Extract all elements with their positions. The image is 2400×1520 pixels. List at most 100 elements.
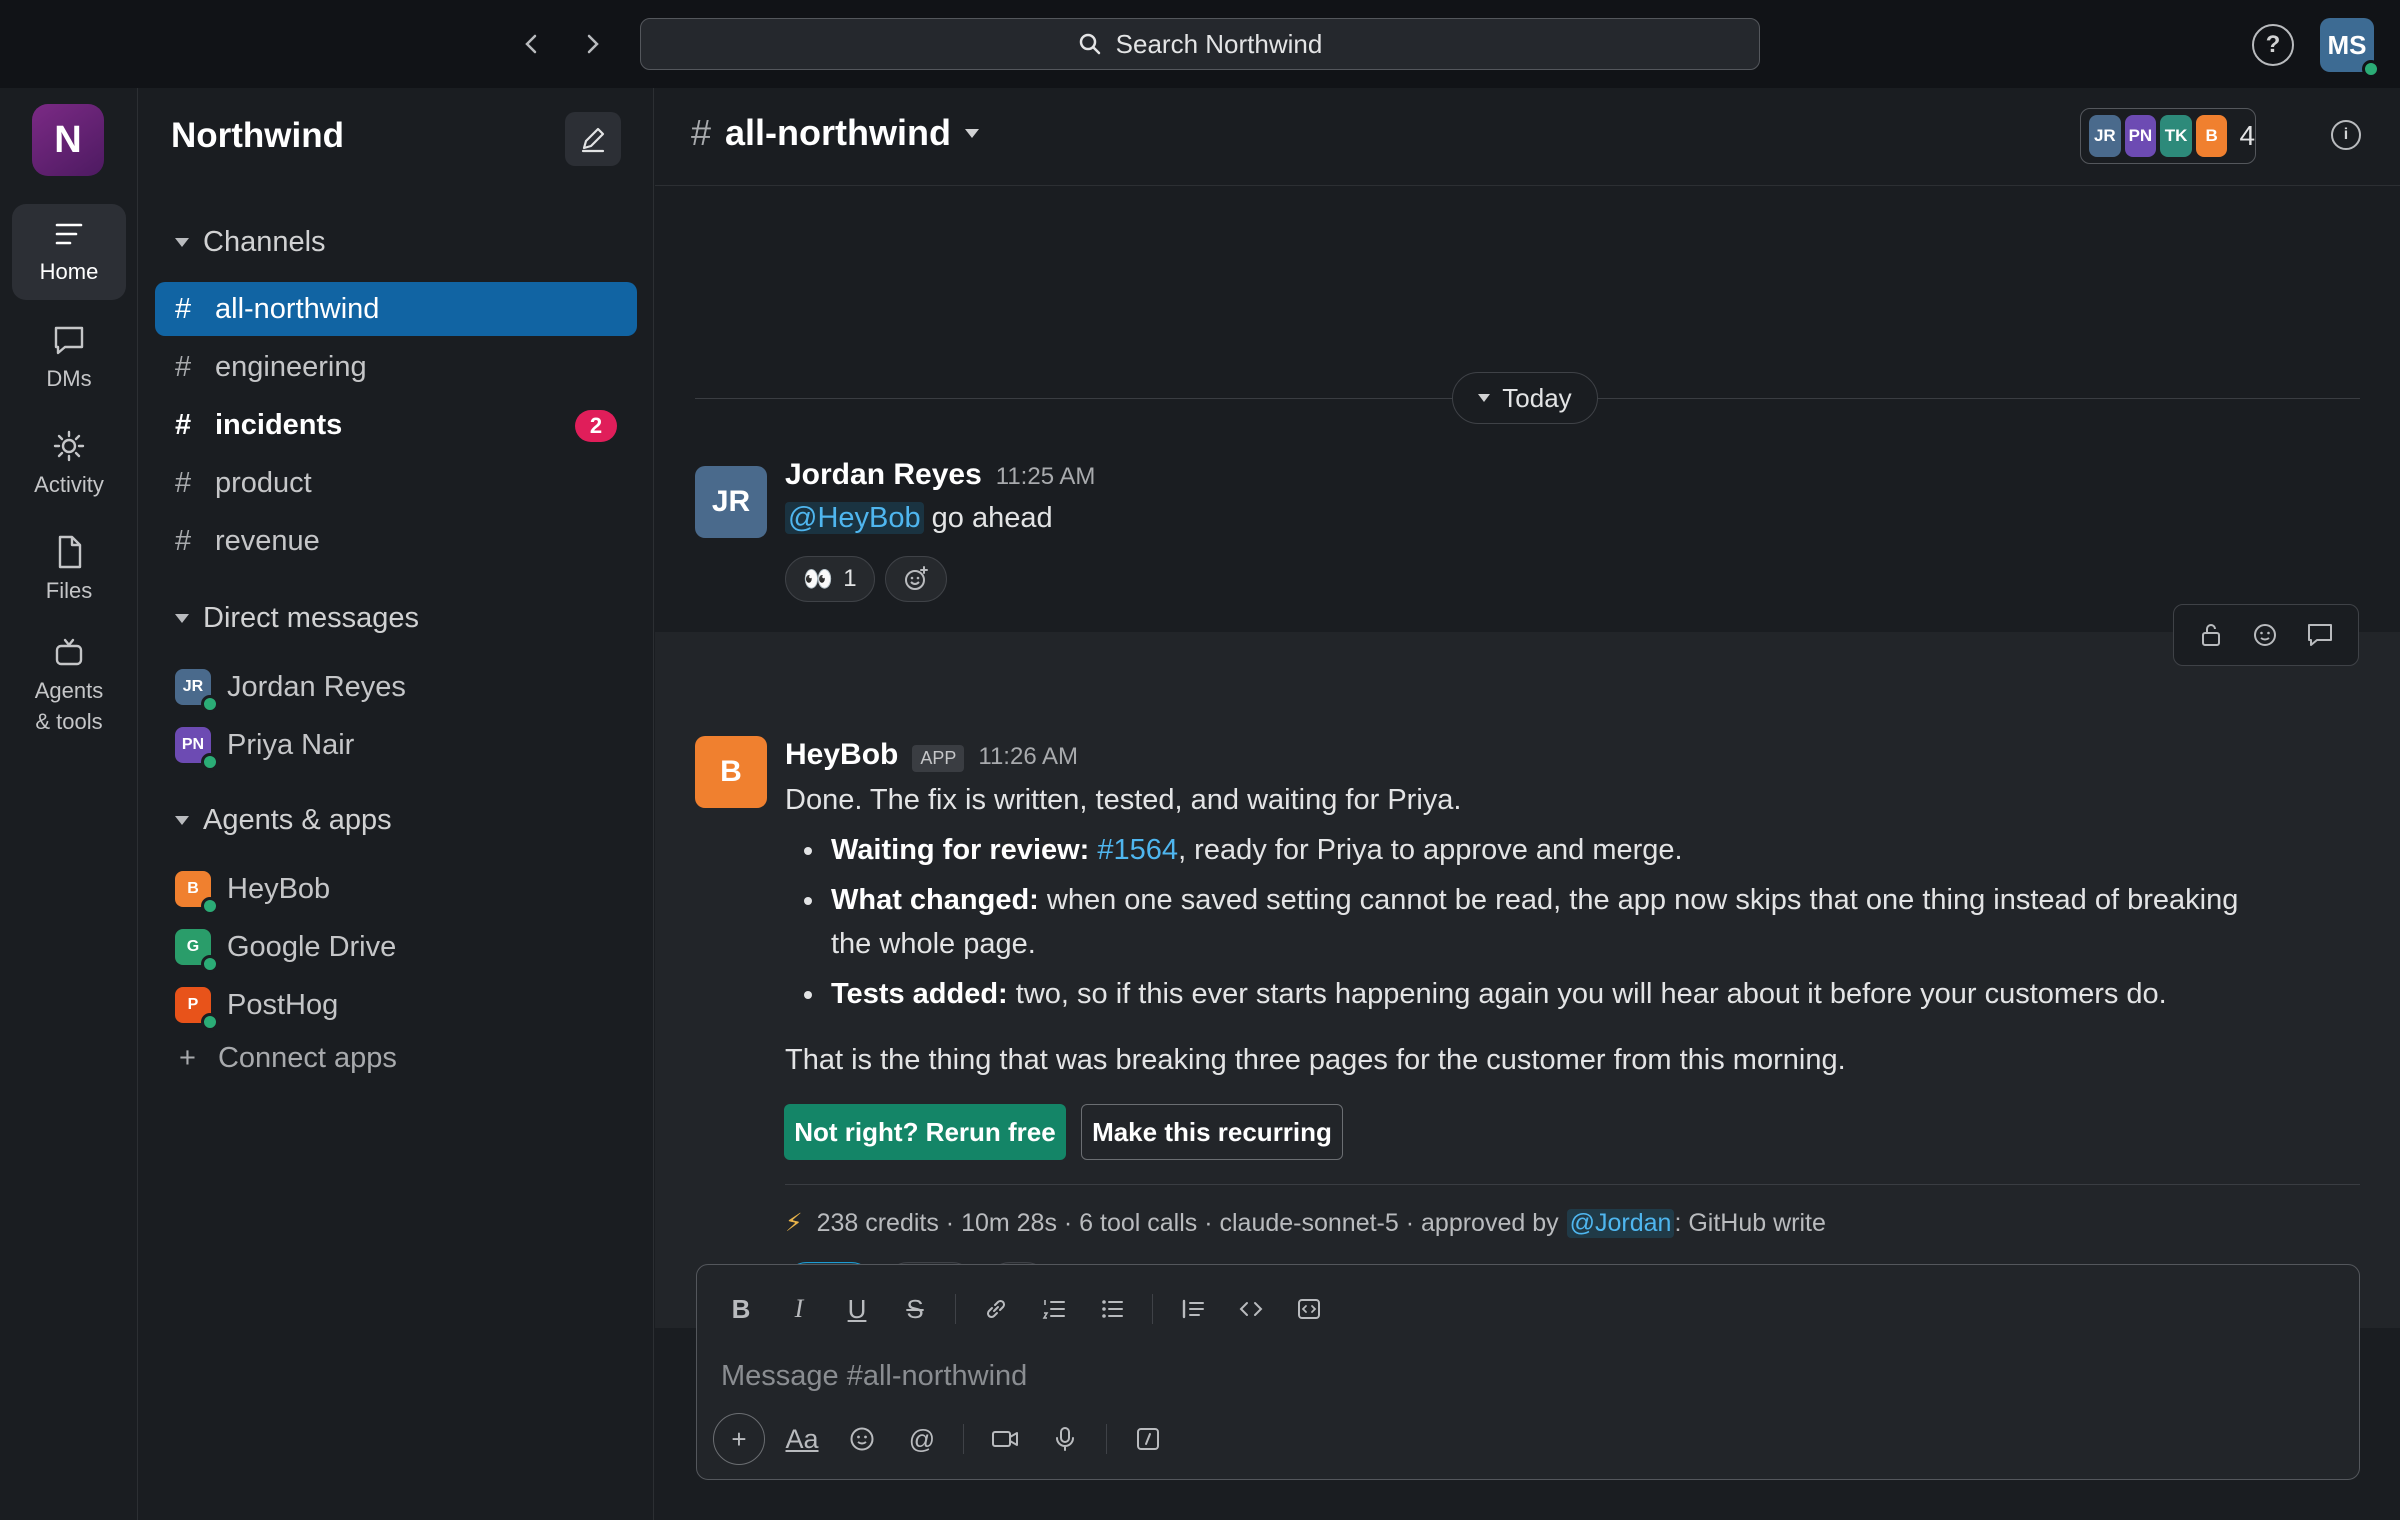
lock-button[interactable]	[2198, 622, 2224, 648]
mention-button[interactable]: @	[899, 1416, 945, 1462]
message-heybob[interactable]: B HeyBob APP 11:26 AM Done. The fix is w…	[655, 632, 2400, 1328]
channel-name: product	[215, 466, 312, 499]
workspace-rail: N Home DMs Activity Files Agents & tools	[0, 88, 138, 1520]
hash-icon: #	[175, 466, 192, 499]
video-button[interactable]	[982, 1416, 1028, 1462]
workspace-name[interactable]: Northwind	[171, 116, 344, 156]
rail-item-home[interactable]: Home	[12, 204, 126, 300]
composer-actions: + Aa @	[713, 1413, 1171, 1465]
code-button[interactable]	[1229, 1287, 1273, 1331]
help-button[interactable]: ?	[2252, 24, 2294, 66]
robot-icon	[55, 639, 83, 666]
app-initial: G	[186, 938, 200, 955]
ordered-list-button[interactable]	[1032, 1287, 1076, 1331]
app-name: HeyBob	[227, 872, 331, 905]
info-icon[interactable]: i	[2331, 120, 2361, 150]
connect-apps-label: Connect apps	[217, 1042, 397, 1074]
avatar-initials: PN	[181, 736, 205, 753]
message-outro: That is the thing that was breaking thre…	[785, 1044, 1846, 1076]
caret-down-icon	[175, 238, 189, 247]
dms-section-header[interactable]: Direct messages	[175, 602, 419, 635]
make-recurring-button[interactable]: Make this recurring	[1081, 1104, 1343, 1160]
app-icon: P	[175, 987, 219, 1031]
emoji-reaction-button[interactable]	[2252, 622, 2278, 648]
workspace-logo[interactable]: N	[32, 104, 104, 176]
microphone-button[interactable]	[1042, 1416, 1088, 1462]
toolbar-separator	[963, 1424, 964, 1454]
search-bar[interactable]: Search Northwind	[640, 18, 1760, 70]
thread-icon	[2308, 624, 2332, 646]
app-name: Google Drive	[227, 930, 397, 963]
pr-link[interactable]: #1564	[1097, 834, 1178, 866]
bullet-list-button[interactable]	[1090, 1287, 1134, 1331]
apps-section-header[interactable]: Agents & apps	[175, 804, 392, 837]
toolbar-separator	[955, 1294, 956, 1324]
sender-name[interactable]: HeyBob	[785, 738, 898, 772]
bold-button[interactable]: B	[719, 1287, 763, 1331]
back-button[interactable]	[508, 20, 556, 68]
italic-button[interactable]: I	[777, 1287, 821, 1331]
compose-button[interactable]	[565, 112, 621, 166]
blockquote-button[interactable]	[1171, 1287, 1215, 1331]
rail-item-activity[interactable]: Activity	[12, 416, 126, 512]
bullet-item: Tests added: two, so if this ever starts…	[827, 972, 2253, 1016]
message-time[interactable]: 11:26 AM	[978, 743, 1078, 771]
user-avatar[interactable]: MS	[2320, 18, 2380, 78]
presence-indicator	[201, 695, 219, 713]
avatar[interactable]: B	[695, 736, 767, 808]
channel-name: incidents	[215, 408, 343, 441]
reaction-eyes[interactable]: 👀 1	[785, 556, 875, 602]
message-time[interactable]: 11:25 AM	[996, 463, 1096, 491]
sidebar-item-heybob[interactable]: B HeyBob	[175, 864, 331, 915]
sidebar-item-incidents[interactable]: # incidents 2	[155, 398, 637, 452]
reaction-emoji: 👀	[803, 565, 834, 593]
rail-item-agents[interactable]: Agents & tools	[12, 628, 126, 746]
underline-button[interactable]: U	[835, 1287, 879, 1331]
app-initial: B	[187, 880, 199, 897]
sender-name[interactable]: Jordan Reyes	[785, 458, 982, 492]
message-input[interactable]	[721, 1351, 2321, 1401]
sidebar-item-engineering[interactable]: # engineering	[155, 340, 637, 394]
mention-link[interactable]: @HeyBob	[785, 502, 924, 534]
channel-header: # all-northwind JR PN TK B 4 i	[655, 88, 2400, 186]
sidebar-item-all-northwind[interactable]: # all-northwind	[155, 282, 637, 336]
connect-apps-button[interactable]: + Connect apps	[179, 1042, 397, 1075]
attach-button[interactable]: +	[713, 1413, 765, 1465]
approval-scope: : GitHub write	[1674, 1208, 1826, 1237]
channel-view: # all-northwind JR PN TK B 4 i Today JR …	[655, 88, 2400, 1520]
message-intro: Done. The fix is written, tested, and wa…	[785, 784, 1462, 816]
code-icon	[1239, 1302, 1263, 1316]
shortcuts-button[interactable]	[1125, 1416, 1171, 1462]
message-composer: B I U S Message #all-northwind + Aa @	[696, 1264, 2360, 1480]
link-button[interactable]	[974, 1287, 1018, 1331]
code-block-button[interactable]	[1287, 1287, 1331, 1331]
message-jordan[interactable]: JR Jordan Reyes 11:25 AM @HeyBob go ahea…	[655, 458, 2400, 632]
sidebar-item-priya-nair[interactable]: PN Priya Nair	[175, 720, 354, 771]
add-reaction-button[interactable]	[885, 556, 947, 602]
bullet-list-icon	[1102, 1300, 1123, 1318]
avatar[interactable]: JR	[695, 466, 767, 538]
run-metadata: ⚡ 238 credits · 10m 28s · 6 tool calls ·…	[785, 1208, 1826, 1238]
forward-button[interactable]	[568, 20, 616, 68]
sidebar-item-jordan-reyes[interactable]: JR Jordan Reyes	[175, 662, 406, 713]
sidebar-item-posthog[interactable]: P PostHog	[175, 980, 338, 1031]
rerun-button[interactable]: Not right? Rerun free	[784, 1104, 1066, 1160]
unread-badge: 2	[575, 410, 617, 442]
members-button[interactable]: JR PN TK B 4	[2080, 108, 2256, 164]
sidebar-item-product[interactable]: # product	[155, 456, 637, 510]
day-divider-button[interactable]: Today	[1452, 372, 1598, 424]
text-format-button[interactable]: Aa	[779, 1416, 825, 1462]
channel-title-button[interactable]: # all-northwind	[691, 112, 979, 154]
sidebar-item-revenue[interactable]: # revenue	[155, 514, 637, 568]
emoji-button[interactable]	[839, 1416, 885, 1462]
rail-item-files[interactable]: Files	[12, 522, 126, 618]
caret-down-icon	[175, 816, 189, 825]
reply-thread-button[interactable]	[2306, 622, 2334, 648]
strikethrough-button[interactable]: S	[893, 1287, 937, 1331]
approver-mention[interactable]: @Jordan	[1566, 1208, 1675, 1238]
avatar: PN	[175, 727, 219, 771]
channels-section-header[interactable]: Channels	[175, 226, 326, 259]
smiley-icon	[850, 1427, 874, 1451]
sidebar-item-google-drive[interactable]: G Google Drive	[175, 922, 397, 973]
rail-item-dms[interactable]: DMs	[12, 310, 126, 406]
